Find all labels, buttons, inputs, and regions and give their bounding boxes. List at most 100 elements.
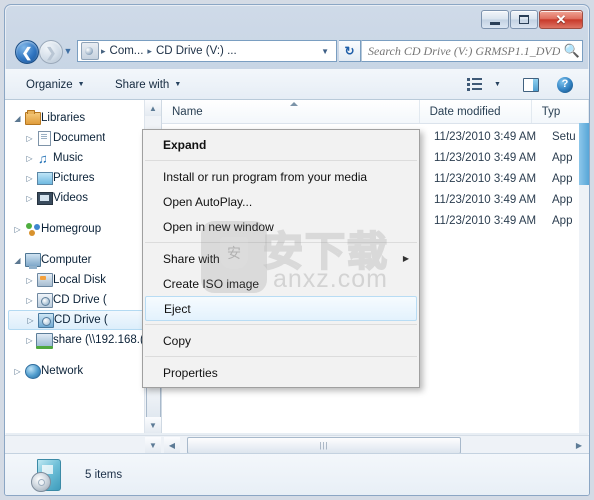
date-modified-cell: 11/23/2010 3:49 AM xyxy=(434,193,537,206)
hscroll-thumb[interactable]: ||| xyxy=(187,437,461,454)
context-menu-item-eject[interactable]: Eject xyxy=(145,296,417,321)
cd-drive-icon xyxy=(37,312,54,328)
twisty-collapsed-icon[interactable]: ▷ xyxy=(11,367,24,376)
twisty-collapsed-icon[interactable]: ▷ xyxy=(23,194,36,203)
grip-icon: ||| xyxy=(319,441,329,450)
sidebar-item-network[interactable]: ▷ Network xyxy=(5,361,161,381)
menu-separator xyxy=(145,324,417,325)
sidebar-item-label: CD Drive ( xyxy=(53,294,107,306)
change-view-dropdown[interactable]: ▼ xyxy=(494,75,501,94)
explorer-window: ✕ ❮ ❯ ▼ ▸ Com... ▸ CD Drive (V:) ... ▼ ↻… xyxy=(4,4,590,496)
refresh-button[interactable]: ↻ xyxy=(339,40,361,62)
address-dropdown-icon[interactable]: ▼ xyxy=(314,47,336,56)
sidebar-item-local-disk[interactable]: ▷ Local Disk xyxy=(5,270,161,290)
help-button[interactable]: ? xyxy=(557,75,573,94)
breadcrumb-separator-1: ▸ xyxy=(101,45,106,56)
local-disk-icon xyxy=(36,273,53,287)
sidebar-item-homegroup[interactable]: ▷ Homegroup xyxy=(5,219,161,239)
twisty-collapsed-icon[interactable]: ▷ xyxy=(23,336,36,345)
breadcrumb-cd-drive[interactable]: CD Drive (V:) ... xyxy=(154,45,239,57)
twisty-collapsed-icon[interactable]: ▷ xyxy=(23,154,36,163)
chevron-down-icon: ▼ xyxy=(149,420,157,430)
library-icon xyxy=(24,109,41,125)
search-icon[interactable]: 🔍 xyxy=(562,43,582,59)
context-menu-item-label: Expand xyxy=(163,137,207,152)
context-menu-item-label: Eject xyxy=(164,301,191,316)
context-menu-item-open-autoplay[interactable]: Open AutoPlay... xyxy=(143,189,419,214)
context-menu-item-properties[interactable]: Properties xyxy=(143,360,419,385)
sidebar-item-document[interactable]: ▷ Document xyxy=(5,128,161,148)
minimize-button[interactable] xyxy=(481,10,509,29)
chevron-down-icon: ▼ xyxy=(149,440,157,450)
nav-scroll-down-button[interactable]: ▼ xyxy=(145,437,161,453)
file-type-cell: App xyxy=(552,151,573,164)
sidebar-item-label: Homegroup xyxy=(41,223,102,235)
minimize-icon xyxy=(490,21,500,25)
forward-button[interactable]: ❯ xyxy=(39,40,63,64)
sidebar-item-computer[interactable]: ◢ Computer xyxy=(5,250,161,270)
sidebar-item-cd-drive[interactable]: ▷ CD Drive ( xyxy=(5,290,161,310)
column-header-typ[interactable]: Typ xyxy=(532,100,589,123)
column-header-label: Typ xyxy=(541,105,561,118)
sidebar-item-pictures[interactable]: ▷ Pictures xyxy=(5,168,161,188)
organize-button[interactable]: Organize ▼ xyxy=(21,75,90,94)
search-box[interactable]: 🔍 xyxy=(361,40,583,62)
change-view-button[interactable] xyxy=(467,75,483,94)
cd-drive-icon xyxy=(81,42,99,60)
twisty-collapsed-icon[interactable]: ▷ xyxy=(11,225,24,234)
sidebar-item-videos[interactable]: ▷ Videos xyxy=(5,188,161,208)
sidebar-item-share-192-168[interactable]: ▷ share (\\192.168.( xyxy=(5,330,161,350)
search-input[interactable] xyxy=(362,42,562,60)
preview-pane-button[interactable] xyxy=(523,75,539,94)
sidebar-item-label: Computer xyxy=(41,254,92,266)
context-menu-item-expand[interactable]: Expand xyxy=(143,132,419,157)
videos-icon xyxy=(36,191,53,205)
scroll-down-button[interactable]: ▼ xyxy=(145,417,161,433)
file-type-cell: App xyxy=(552,172,573,185)
share-with-button[interactable]: Share with ▼ xyxy=(110,75,186,94)
column-header-name[interactable]: Name xyxy=(162,100,420,123)
context-menu-item-share-with[interactable]: Share with ▶ xyxy=(143,246,419,271)
twisty-expanded-icon[interactable]: ◢ xyxy=(11,256,24,265)
network-share-icon xyxy=(36,333,53,349)
twisty-collapsed-icon[interactable]: ▷ xyxy=(24,316,37,325)
hscroll-right-button[interactable]: ▶ xyxy=(571,437,587,453)
chevron-down-icon: ▼ xyxy=(174,81,182,88)
network-icon xyxy=(24,363,41,379)
breadcrumb-computer[interactable]: Com... xyxy=(108,45,146,57)
close-button[interactable]: ✕ xyxy=(539,10,583,29)
context-menu-item-copy[interactable]: Copy xyxy=(143,328,419,353)
folder-tree: ◢ Libraries ▷ Document ▷ ♫ Music ▷ Pictures ▷ Vide… xyxy=(5,100,161,381)
music-icon: ♫ xyxy=(38,150,48,166)
scroll-up-button[interactable]: ▲ xyxy=(145,100,161,116)
twisty-collapsed-icon[interactable]: ▷ xyxy=(23,174,36,183)
twisty-collapsed-icon[interactable]: ▷ xyxy=(23,134,36,143)
sidebar-item-music[interactable]: ▷ ♫ Music xyxy=(5,148,161,168)
cd-drive-icon xyxy=(31,458,63,492)
sidebar-item-cd-drive-selected[interactable]: ▷ CD Drive ( xyxy=(8,310,158,330)
sidebar-item-libraries[interactable]: ◢ Libraries xyxy=(5,108,161,128)
back-button[interactable]: ❮ xyxy=(15,40,39,64)
organize-label: Organize xyxy=(26,78,73,91)
navigation-pane: ◢ Libraries ▷ Document ▷ ♫ Music ▷ Pictures ▷ Vide… xyxy=(5,100,162,433)
pictures-icon xyxy=(36,171,53,185)
twisty-collapsed-icon[interactable]: ▷ xyxy=(23,276,36,285)
context-menu-item-open-in-new-window[interactable]: Open in new window xyxy=(143,214,419,239)
item-count-label: 5 items xyxy=(85,468,123,481)
context-menu-item-label: Open in new window xyxy=(163,219,274,234)
maximize-button[interactable] xyxy=(510,10,538,29)
scrollbar-thumb[interactable] xyxy=(579,123,589,185)
context-menu-item-install-or-run-program-from-your-media[interactable]: Install or run program from your media xyxy=(143,164,419,189)
address-bar[interactable]: ▸ Com... ▸ CD Drive (V:) ... ▼ xyxy=(77,40,337,62)
address-bar-row: ❮ ❯ ▼ ▸ Com... ▸ CD Drive (V:) ... ▼ ↻ 🔍 xyxy=(5,33,589,69)
recent-pages-button[interactable]: ▼ xyxy=(63,46,73,56)
hscroll-left-button[interactable]: ◀ xyxy=(164,437,180,453)
twisty-expanded-icon[interactable]: ◢ xyxy=(11,114,24,123)
command-bar: Organize ▼ Share with ▼ ▼ ? xyxy=(5,69,589,100)
column-header-date-modified[interactable]: Date modified xyxy=(420,100,532,123)
twisty-collapsed-icon[interactable]: ▷ xyxy=(23,296,36,305)
sort-ascending-icon xyxy=(290,102,299,106)
file-list-vertical-scrollbar[interactable] xyxy=(579,123,589,433)
context-menu-item-create-iso-image[interactable]: Create ISO image xyxy=(143,271,419,296)
chevron-down-icon: ▼ xyxy=(77,81,85,88)
